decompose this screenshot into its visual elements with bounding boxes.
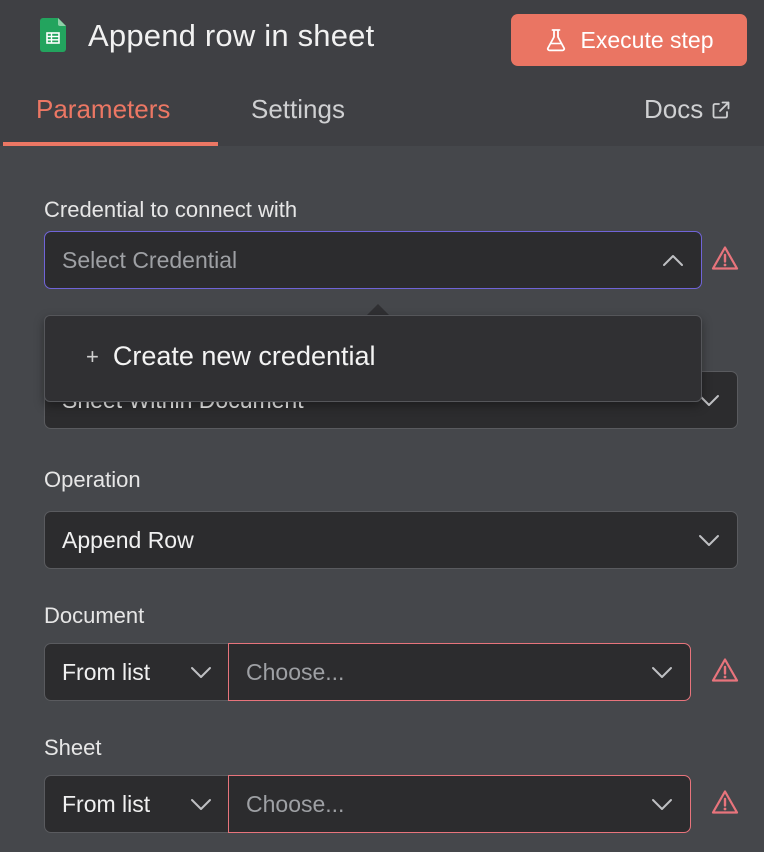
tab-docs-label: Docs bbox=[644, 94, 704, 124]
tab-parameters[interactable]: Parameters bbox=[36, 94, 170, 125]
execute-step-button[interactable]: Execute step bbox=[511, 14, 747, 66]
sheet-mode-value: From list bbox=[62, 790, 151, 817]
credential-placeholder: Select Credential bbox=[62, 246, 238, 273]
operation-select[interactable]: Append Row bbox=[44, 511, 738, 569]
operation-label: Operation bbox=[44, 467, 141, 492]
credential-label: Credential to connect with bbox=[44, 197, 298, 222]
operation-value: Append Row bbox=[62, 526, 194, 553]
chevron-down-icon bbox=[191, 667, 211, 678]
sheet-label: Sheet bbox=[44, 735, 102, 760]
tab-docs[interactable]: Docs bbox=[644, 94, 731, 125]
create-new-credential-item[interactable]: + Create new credential bbox=[86, 341, 376, 372]
chevron-down-icon bbox=[699, 535, 719, 546]
warning-icon bbox=[711, 790, 739, 814]
sheet-mode-select[interactable]: From list bbox=[44, 775, 230, 833]
node-title: Append row in sheet bbox=[88, 18, 375, 53]
flask-icon bbox=[546, 29, 565, 52]
document-placeholder: Choose... bbox=[246, 658, 345, 685]
document-mode-select[interactable]: From list bbox=[44, 643, 230, 701]
chevron-down-icon bbox=[191, 799, 211, 810]
sheet-select[interactable]: Choose... bbox=[228, 775, 691, 833]
warning-icon bbox=[711, 658, 739, 682]
document-mode-value: From list bbox=[62, 658, 151, 685]
sheet-placeholder: Choose... bbox=[246, 790, 345, 817]
chevron-up-icon bbox=[663, 255, 683, 266]
execute-step-label: Execute step bbox=[580, 26, 714, 53]
chevron-down-icon bbox=[652, 667, 672, 678]
active-tab-indicator bbox=[3, 142, 218, 146]
google-sheets-icon bbox=[40, 18, 66, 52]
external-link-icon bbox=[712, 101, 730, 118]
chevron-down-icon bbox=[652, 799, 672, 810]
tab-settings[interactable]: Settings bbox=[251, 94, 345, 125]
document-label: Document bbox=[44, 603, 145, 628]
warning-icon bbox=[711, 246, 739, 270]
document-select[interactable]: Choose... bbox=[228, 643, 691, 701]
create-new-credential-label: Create new credential bbox=[112, 341, 376, 371]
credential-select[interactable]: Select Credential bbox=[44, 231, 702, 289]
plus-icon: + bbox=[86, 343, 99, 369]
